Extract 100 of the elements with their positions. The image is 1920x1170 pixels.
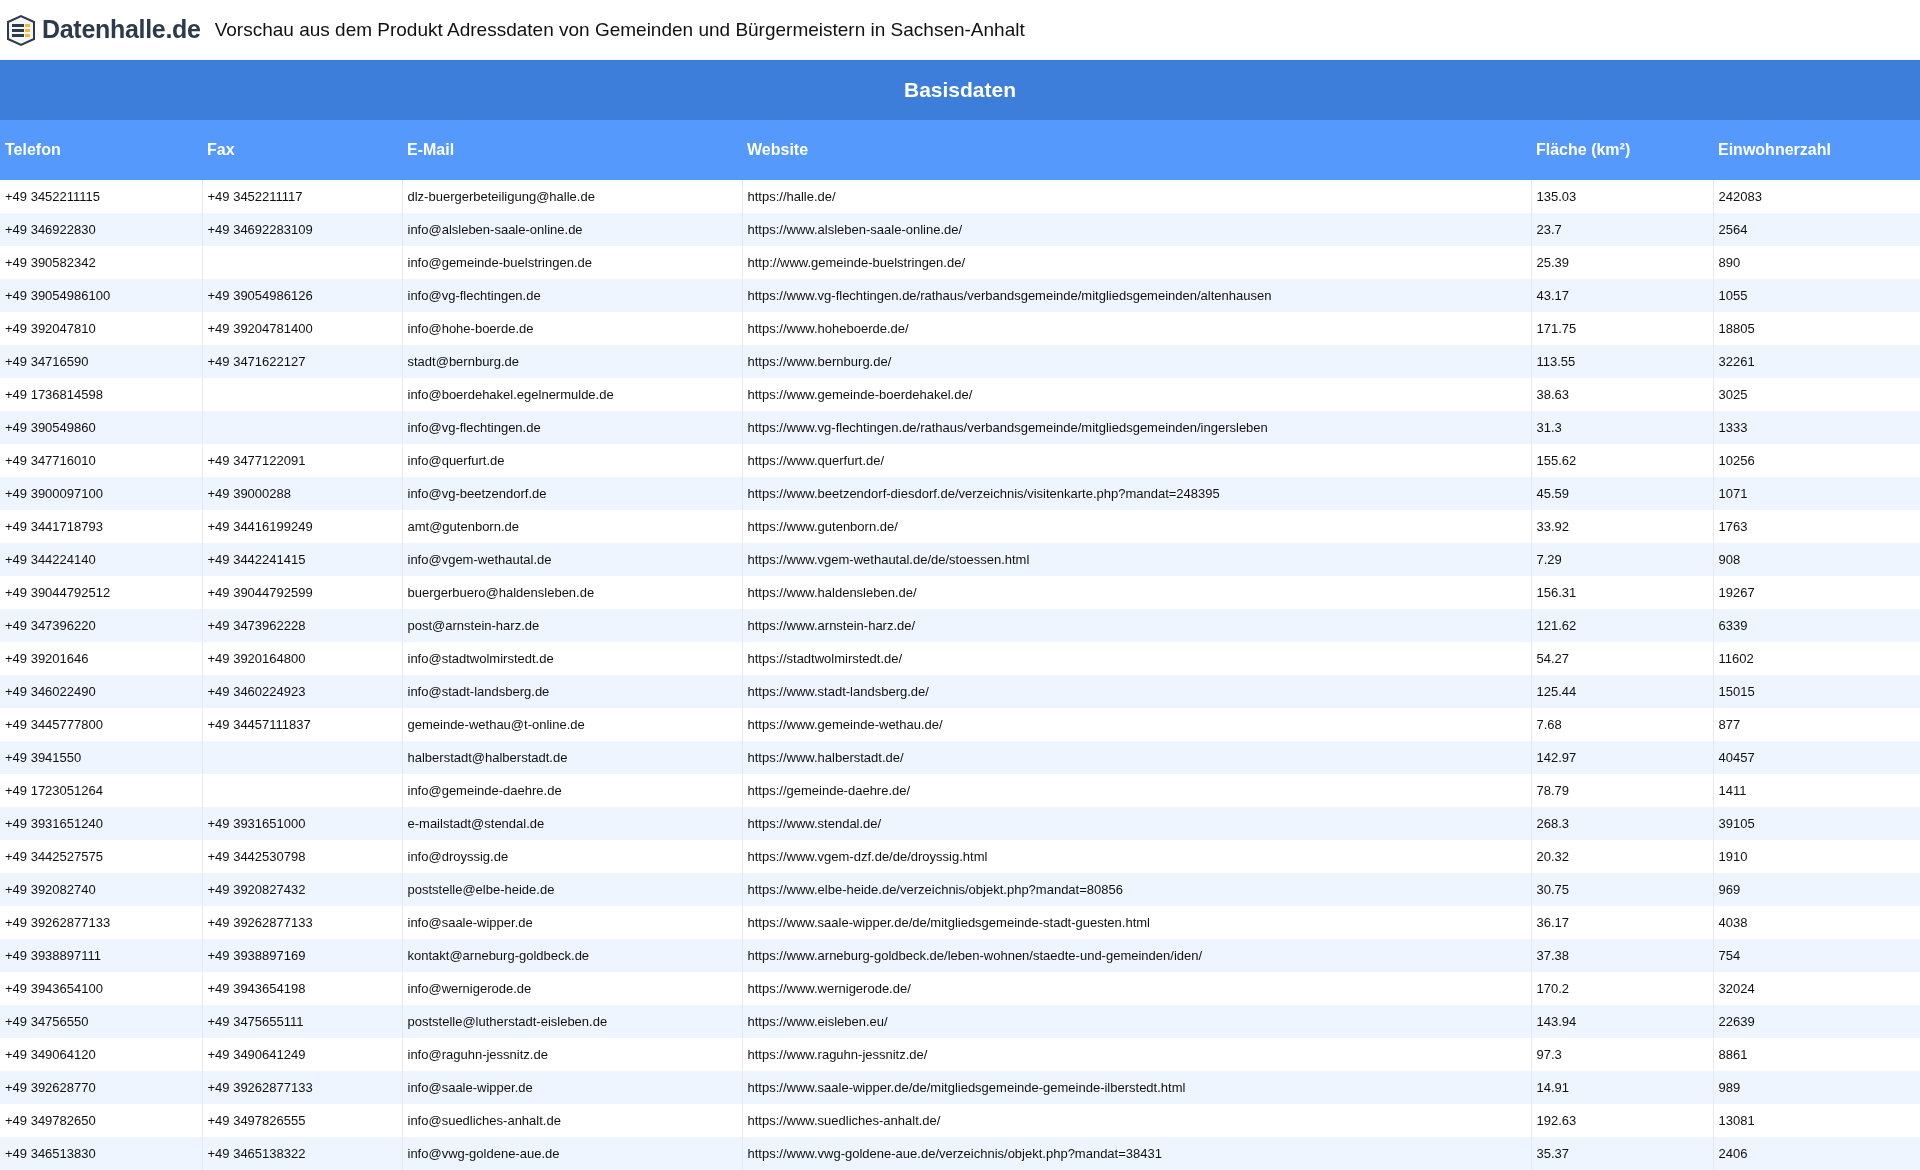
table-cell: +49 39000288	[202, 477, 402, 510]
table-cell: info@saale-wipper.de	[402, 1071, 742, 1104]
table-cell: +49 346513830	[0, 1137, 202, 1170]
table-cell: https://www.eisleben.eu/	[742, 1005, 1531, 1038]
page-title: Vorschau aus dem Produkt Adressdaten von Gemeinden und Bürgermeistern in Sachsen-Anhalt	[214, 18, 1025, 41]
table-cell: 32261	[1713, 345, 1920, 378]
table-cell: https://www.elbe-heide.de/verzeichnis/objekt.php?mandat=80856	[742, 873, 1531, 906]
table-cell: +49 34716590	[0, 345, 202, 378]
table-cell: info@vg-flechtingen.de	[402, 279, 742, 312]
table-cell: +49 39201646	[0, 642, 202, 675]
column-header: Einwohnerzahl	[1713, 120, 1920, 180]
table-cell: +49 1723051264	[0, 774, 202, 807]
column-header: Website	[742, 120, 1531, 180]
table-cell: https://www.vg-flechtingen.de/rathaus/verbandsgemeinde/mitgliedsgemeinden/altenhausen	[742, 279, 1531, 312]
table-cell: https://www.bernburg.de/	[742, 345, 1531, 378]
table-cell: +49 3445777800	[0, 708, 202, 741]
table-cell: info@vwg-goldene-aue.de	[402, 1137, 742, 1170]
table-cell: 6339	[1713, 609, 1920, 642]
table-cell: 7.29	[1531, 543, 1713, 576]
table-cell: https://www.alsleben-saale-online.de/	[742, 213, 1531, 246]
table-cell: e-mailstadt@stendal.de	[402, 807, 742, 840]
table-cell: 1071	[1713, 477, 1920, 510]
table-cell: https://www.beetzendorf-diesdorf.de/verzeichnis/visitenkarte.php?mandat=248395	[742, 477, 1531, 510]
table-cell: +49 344224140	[0, 543, 202, 576]
table-cell: 23.7	[1531, 213, 1713, 246]
table-cell: 121.62	[1531, 609, 1713, 642]
table-cell: +49 390582342	[0, 246, 202, 279]
table-cell: 39105	[1713, 807, 1920, 840]
table-cell: https://www.arnstein-harz.de/	[742, 609, 1531, 642]
column-header: Fax	[202, 120, 402, 180]
table-cell: 908	[1713, 543, 1920, 576]
table-cell: info@vgem-wethautal.de	[402, 543, 742, 576]
table-cell: +49 349064120	[0, 1038, 202, 1071]
table-cell: info@vg-flechtingen.de	[402, 411, 742, 444]
table-cell: info@alsleben-saale-online.de	[402, 213, 742, 246]
table-cell: +49 3931651000	[202, 807, 402, 840]
table-cell: https://www.vg-flechtingen.de/rathaus/verbandsgemeinde/mitgliedsgemeinden/ingersleben	[742, 411, 1531, 444]
logo-text[interactable]: Datenhalle.de	[42, 15, 201, 44]
table-cell: +49 3442241415	[202, 543, 402, 576]
table-cell: +49 39054986100	[0, 279, 202, 312]
table-cell: +49 1736814598	[0, 378, 202, 411]
column-header: E-Mail	[402, 120, 742, 180]
table-cell: 45.59	[1531, 477, 1713, 510]
group-heading: Basisdaten	[0, 60, 1920, 120]
table-cell: +49 3465138322	[202, 1137, 402, 1170]
table-cell: +49 39262877133	[0, 906, 202, 939]
column-header: Fläche (km²)	[1531, 120, 1713, 180]
table-cell: +49 3938897169	[202, 939, 402, 972]
table-cell: 1055	[1713, 279, 1920, 312]
table-cell: poststelle@elbe-heide.de	[402, 873, 742, 906]
table-cell: info@stadt-landsberg.de	[402, 675, 742, 708]
table-cell: +49 3441718793	[0, 510, 202, 543]
table-cell: +49 3931651240	[0, 807, 202, 840]
table-cell: 37.38	[1531, 939, 1713, 972]
table-cell: 969	[1713, 873, 1920, 906]
table-cell: stadt@bernburg.de	[402, 345, 742, 378]
table-cell: +49 346922830	[0, 213, 202, 246]
table-cell: +49 39054986126	[202, 279, 402, 312]
table-cell: https://www.vwg-goldene-aue.de/verzeichnis/objekt.php?mandat=38431	[742, 1137, 1531, 1170]
table-cell: +49 3941550	[0, 741, 202, 774]
table-cell: +49 34692283109	[202, 213, 402, 246]
table-cell: 113.55	[1531, 345, 1713, 378]
table-cell: +49 39044792512	[0, 576, 202, 609]
table-cell: 14.91	[1531, 1071, 1713, 1104]
table-cell: 143.94	[1531, 1005, 1713, 1038]
table-cell: https://www.stendal.de/	[742, 807, 1531, 840]
table-cell: +49 349782650	[0, 1104, 202, 1137]
table-cell: https://www.arneburg-goldbeck.de/leben-wohnen/staedte-und-gemeinden/iden/	[742, 939, 1531, 972]
table-cell: halberstadt@halberstadt.de	[402, 741, 742, 774]
table-cell: +49 390549860	[0, 411, 202, 444]
table-cell: 754	[1713, 939, 1920, 972]
table-cell: +49 392082740	[0, 873, 202, 906]
table-cell: +49 3943654100	[0, 972, 202, 1005]
table-cell: 35.37	[1531, 1137, 1713, 1170]
table-cell: +49 392628770	[0, 1071, 202, 1104]
table-cell: info@vg-beetzendorf.de	[402, 477, 742, 510]
table-cell: 22639	[1713, 1005, 1920, 1038]
table-cell: 40457	[1713, 741, 1920, 774]
table-cell: 30.75	[1531, 873, 1713, 906]
table-cell: https://www.halberstadt.de/	[742, 741, 1531, 774]
table-cell: 268.3	[1531, 807, 1713, 840]
table-cell: +49 34756550	[0, 1005, 202, 1038]
table-cell: +49 392047810	[0, 312, 202, 345]
table-cell: +49 3442527575	[0, 840, 202, 873]
table-cell: +49 3920827432	[202, 873, 402, 906]
table-cell: 125.44	[1531, 675, 1713, 708]
table-cell: +49 3475655111	[202, 1005, 402, 1038]
table-cell: https://www.stadt-landsberg.de/	[742, 675, 1531, 708]
table-cell: +49 3900097100	[0, 477, 202, 510]
table-cell: kontakt@arneburg-goldbeck.de	[402, 939, 742, 972]
column-header: Telefon	[0, 120, 202, 180]
table-cell: 2564	[1713, 213, 1920, 246]
table-cell: 1333	[1713, 411, 1920, 444]
table-cell: +49 346022490	[0, 675, 202, 708]
table-cell: +49 3452211115	[0, 180, 202, 213]
table-cell: +49 3938897111	[0, 939, 202, 972]
table-cell: 15015	[1713, 675, 1920, 708]
table-cell: 142.97	[1531, 741, 1713, 774]
table-cell: +49 347396220	[0, 609, 202, 642]
table-cell: https://www.saale-wipper.de/de/mitgliedsgemeinde-gemeinde-ilberstedt.html	[742, 1071, 1531, 1104]
